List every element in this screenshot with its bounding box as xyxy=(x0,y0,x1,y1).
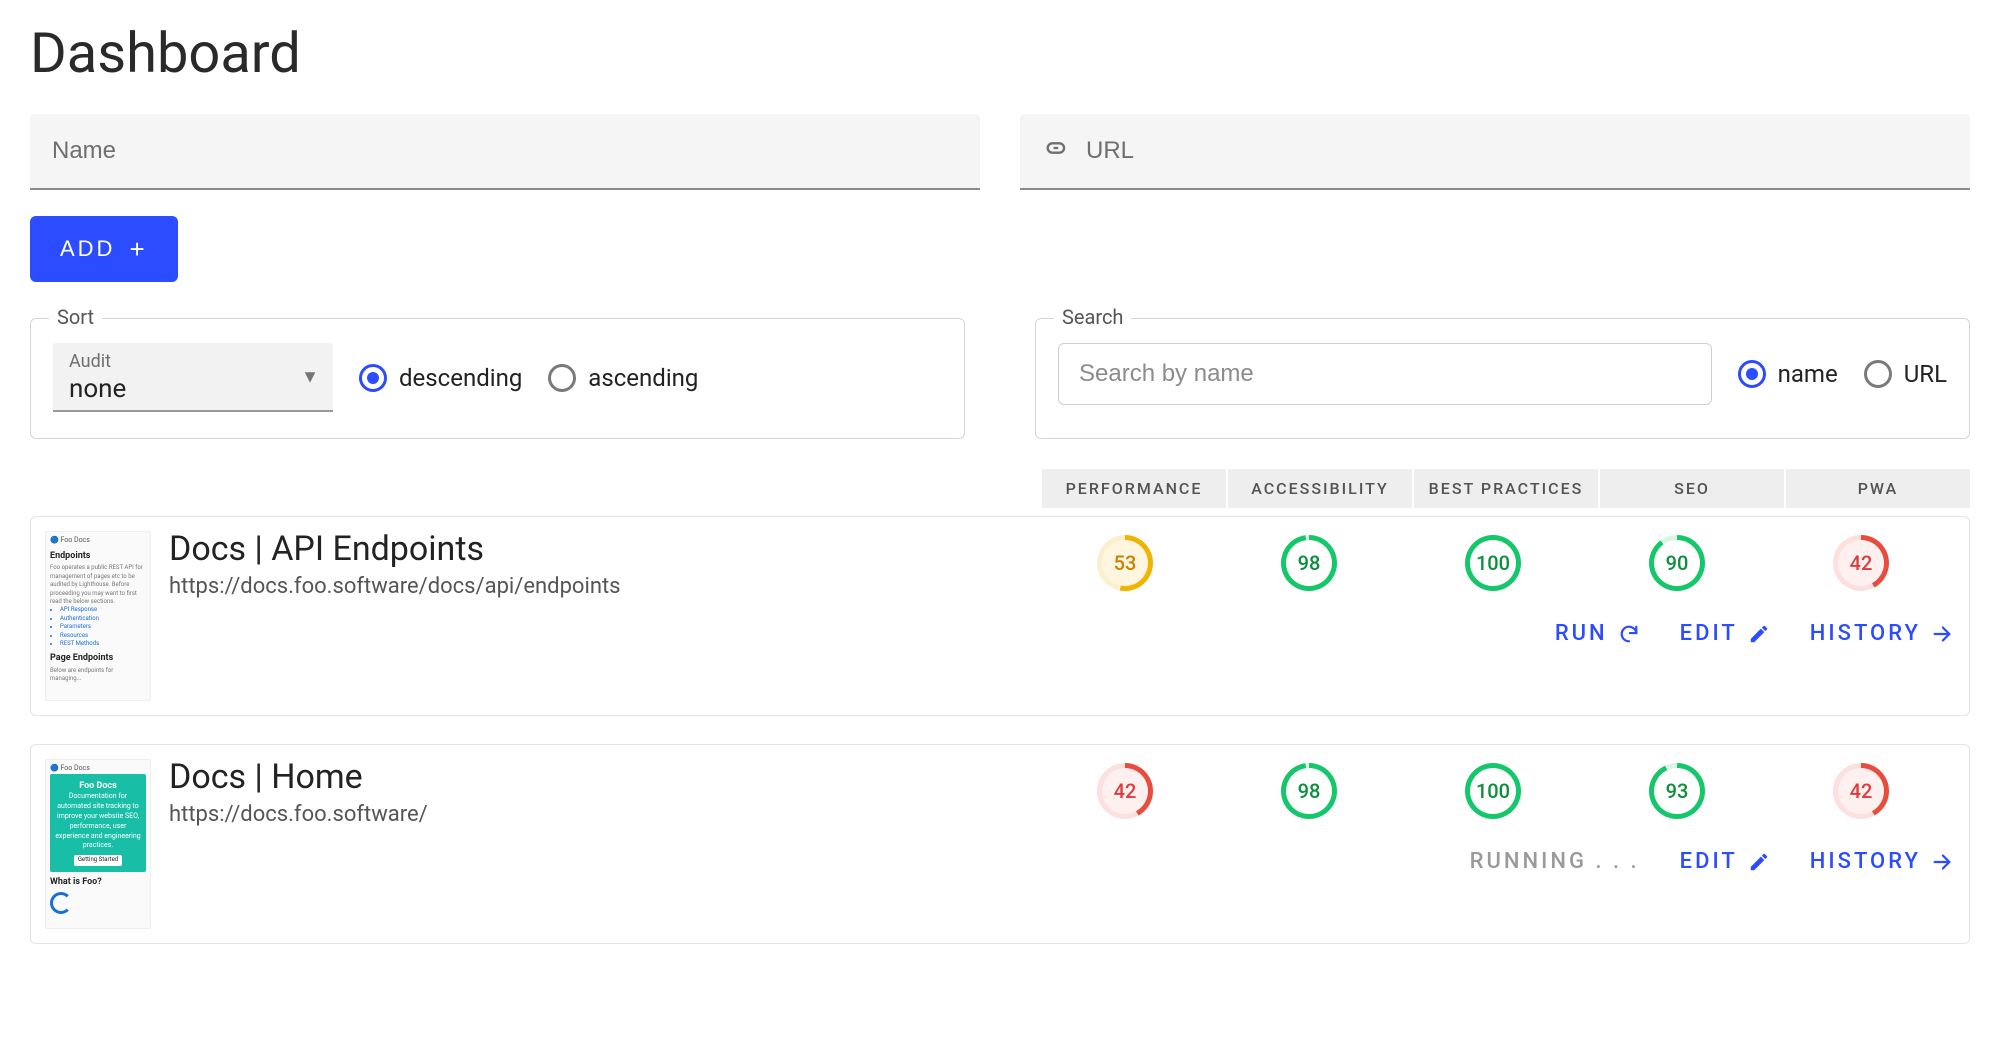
add-button-label: ADD xyxy=(60,236,115,262)
score-gauge: 42 xyxy=(1833,535,1889,591)
history-button[interactable]: HISTORY xyxy=(1810,849,1953,874)
sort-select-label: Audit xyxy=(69,351,317,372)
arrow-right-icon xyxy=(1931,851,1953,873)
history-button[interactable]: HISTORY xyxy=(1810,621,1953,646)
score-cell: 42 xyxy=(1769,759,1953,819)
site-thumbnail: 🔵 Foo DocsFoo DocsDocumentation for auto… xyxy=(45,759,151,929)
radio-label: ascending xyxy=(588,364,698,392)
edit-button[interactable]: EDIT xyxy=(1680,849,1770,874)
score-gauge: 93 xyxy=(1649,763,1705,819)
url-input[interactable] xyxy=(1086,137,1948,165)
radio-icon xyxy=(548,364,576,392)
site-card: 🔵 Foo DocsEndpointsFoo operates a public… xyxy=(30,516,1970,716)
score-gauge: 53 xyxy=(1097,535,1153,591)
score-cell: 42 xyxy=(1033,759,1217,819)
sort-radio-ascending[interactable]: ascending xyxy=(548,364,698,392)
pencil-icon xyxy=(1748,851,1770,873)
score-cell: 90 xyxy=(1585,531,1769,591)
score-cell: 42 xyxy=(1769,531,1953,591)
pencil-icon xyxy=(1748,623,1770,645)
plus-icon: + xyxy=(129,236,147,262)
radio-label: descending xyxy=(399,364,522,392)
score-column-headers: PERFORMANCEACCESSIBILITYBEST PRACTICESSE… xyxy=(30,469,1970,508)
score-column-header: PWA xyxy=(1786,469,1970,508)
chevron-down-icon: ▼ xyxy=(301,366,319,387)
search-radio-name[interactable]: name xyxy=(1738,360,1838,388)
sort-panel: Sort Audit none ▼ descending ascending xyxy=(30,318,965,439)
card-actions: RUN EDIT HISTORY xyxy=(169,621,1953,646)
score-column-header: BEST PRACTICES xyxy=(1414,469,1598,508)
sort-legend: Sort xyxy=(49,305,102,329)
search-legend: Search xyxy=(1054,305,1131,329)
radio-icon xyxy=(1864,360,1892,388)
sort-radio-descending[interactable]: descending xyxy=(359,364,522,392)
site-title: Docs | API Endpoints xyxy=(169,531,1033,568)
search-panel: Search name URL xyxy=(1035,318,1970,439)
link-icon xyxy=(1042,134,1070,168)
score-cell: 100 xyxy=(1401,759,1585,819)
radio-label: URL xyxy=(1904,360,1947,388)
page-title: Dashboard xyxy=(30,20,1970,86)
score-gauge: 90 xyxy=(1649,535,1705,591)
radio-icon xyxy=(1738,360,1766,388)
search-input[interactable] xyxy=(1058,343,1712,405)
score-cell: 98 xyxy=(1217,531,1401,591)
site-url: https://docs.foo.software/ xyxy=(169,802,1033,827)
score-column-header: SEO xyxy=(1600,469,1784,508)
edit-button[interactable]: EDIT xyxy=(1680,621,1770,646)
card-actions: RUNNING . . . EDIT HISTORY xyxy=(169,849,1953,874)
score-gauge: 98 xyxy=(1281,763,1337,819)
site-thumbnail: 🔵 Foo DocsEndpointsFoo operates a public… xyxy=(45,531,151,701)
radio-label: name xyxy=(1778,360,1838,388)
score-row: 53 98 100 90 42 xyxy=(1033,531,1953,591)
score-gauge: 42 xyxy=(1097,763,1153,819)
add-button[interactable]: ADD + xyxy=(30,216,178,282)
refresh-icon xyxy=(1618,623,1640,645)
score-row: 42 98 100 93 42 xyxy=(1033,759,1953,819)
name-input[interactable] xyxy=(52,137,958,165)
score-column-header: PERFORMANCE xyxy=(1042,469,1226,508)
score-gauge: 42 xyxy=(1833,763,1889,819)
run-button[interactable]: RUN xyxy=(1555,621,1640,646)
score-cell: 98 xyxy=(1217,759,1401,819)
sort-audit-select[interactable]: Audit none ▼ xyxy=(53,343,333,412)
score-gauge: 100 xyxy=(1465,535,1521,591)
score-cell: 93 xyxy=(1585,759,1769,819)
arrow-right-icon xyxy=(1931,623,1953,645)
score-cell: 100 xyxy=(1401,531,1585,591)
radio-icon xyxy=(359,364,387,392)
score-gauge: 100 xyxy=(1465,763,1521,819)
score-column-header: ACCESSIBILITY xyxy=(1228,469,1412,508)
url-field[interactable] xyxy=(1020,114,1970,190)
running-status: RUNNING . . . xyxy=(1470,849,1640,874)
score-cell: 53 xyxy=(1033,531,1217,591)
name-field[interactable] xyxy=(30,114,980,190)
site-title: Docs | Home xyxy=(169,759,1033,796)
site-url: https://docs.foo.software/docs/api/endpo… xyxy=(169,574,1033,599)
sort-select-value: none xyxy=(69,374,317,404)
score-gauge: 98 xyxy=(1281,535,1337,591)
site-card: 🔵 Foo DocsFoo DocsDocumentation for auto… xyxy=(30,744,1970,944)
search-radio-url[interactable]: URL xyxy=(1864,360,1947,388)
